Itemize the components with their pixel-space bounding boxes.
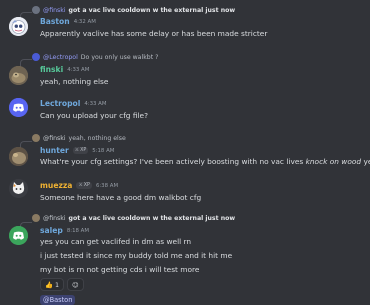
author-name[interactable]: hunter [40, 146, 69, 155]
timestamp[interactable]: 5:18 AM [92, 148, 114, 154]
author-name[interactable]: Baston [40, 17, 70, 26]
thumbs-up-icon: 👍 [45, 280, 53, 289]
timestamp[interactable]: 4:33 AM [84, 101, 106, 107]
avatar[interactable] [9, 226, 28, 245]
reply-preview[interactable]: @Lectropol Do you only use walkbt ? [32, 52, 158, 62]
avatar[interactable] [9, 66, 28, 85]
mention-pill[interactable]: @Baston [40, 295, 76, 305]
reply-text: yeah, nothing else [68, 134, 126, 142]
timestamp[interactable]: 8:18 AM [67, 228, 89, 234]
reply-spine [20, 59, 32, 66]
timestamp[interactable]: 4:33 AM [67, 67, 89, 73]
reply-preview[interactable]: @finski got a vac live cooldown w the ex… [32, 5, 235, 15]
add-reaction-button[interactable]: ☺ [67, 278, 84, 291]
reply-avatar [32, 214, 40, 222]
discord-logo-icon [9, 98, 28, 117]
author-name[interactable]: Lectropol [40, 99, 80, 108]
reply-preview[interactable]: @finski yeah, nothing else [32, 133, 126, 143]
baston-avatar-icon [9, 17, 28, 36]
message-header: Baston 4:32 AM [40, 16, 96, 27]
avatar[interactable] [9, 147, 28, 166]
message-text: What're your cfg settings? I've been act… [40, 157, 306, 166]
avatar[interactable] [9, 17, 28, 36]
message-header: finski 4:33 AM [40, 64, 89, 75]
add-emoji-icon: ☺ [72, 280, 79, 289]
message-line: Can you upload your cfg file? [40, 111, 149, 120]
message-header: Lectropol 4:33 AM [40, 98, 107, 109]
message-header: hunter ⚔ XP 5:18 AM [40, 145, 114, 156]
message-header: salep 8:18 AM [40, 225, 89, 236]
sword-icon: ⚔ [78, 183, 83, 188]
reply-mention[interactable]: @Lectropol [43, 54, 78, 61]
hunter-avatar-icon [9, 147, 28, 166]
finski-avatar-icon [9, 66, 28, 85]
reply-text: Do you only use walkbt ? [80, 53, 159, 61]
reply-text: got a vac live cooldown w the external j… [68, 6, 236, 14]
reply-avatar [32, 53, 40, 61]
author-name[interactable]: finski [40, 65, 63, 74]
timestamp[interactable]: 6:38 AM [96, 183, 118, 189]
tag-label: XP [80, 148, 87, 153]
xp-tag[interactable]: ⚔ XP [72, 147, 89, 154]
reaction-count: 1 [54, 280, 60, 289]
message-line: Apparently vaclive has some delay or has… [40, 29, 268, 38]
message-header: muezza ⚔ XP 6:38 AM [40, 180, 118, 191]
reply-avatar [32, 6, 40, 14]
message-line: i just tested it since my buddy told me … [40, 251, 233, 260]
author-name[interactable]: salep [40, 226, 63, 235]
message-text: yet [363, 157, 370, 166]
cat-avatar-icon [9, 179, 28, 198]
avatar[interactable] [9, 98, 28, 117]
reply-mention[interactable]: @finski [43, 7, 66, 14]
xp-tag[interactable]: ⚔ XP [76, 182, 92, 189]
message-line: yes you can get vaclifed in dm as well r… [40, 237, 192, 246]
timestamp[interactable]: 4:32 AM [74, 19, 96, 25]
reply-text: got a vac live cooldown w the external j… [68, 214, 236, 222]
reply-avatar [32, 134, 40, 142]
reactions-bar: 👍 1 ☺ [40, 278, 84, 291]
message-line: Someone here have a good dm walkbot cfg [40, 193, 202, 202]
reaction-thumbs-up[interactable]: 👍 1 [40, 278, 65, 291]
tag-label: XP [83, 183, 90, 188]
reply-preview[interactable]: @finski got a vac live cooldown w the ex… [32, 213, 235, 223]
sword-icon: ⚔ [74, 148, 80, 153]
reply-mention[interactable]: @finski [43, 135, 66, 142]
message-italic-text: knock on wood [305, 157, 362, 166]
discord-logo-icon [9, 226, 28, 245]
avatar[interactable] [9, 179, 28, 198]
message-line: What're your cfg settings? I've been act… [40, 157, 370, 166]
reply-mention[interactable]: @finski [43, 215, 66, 222]
message-line: my bot is rn not getting cds i will test… [40, 265, 200, 274]
author-name[interactable]: muezza [40, 181, 72, 190]
message-line: yeah, nothing else [40, 77, 109, 86]
